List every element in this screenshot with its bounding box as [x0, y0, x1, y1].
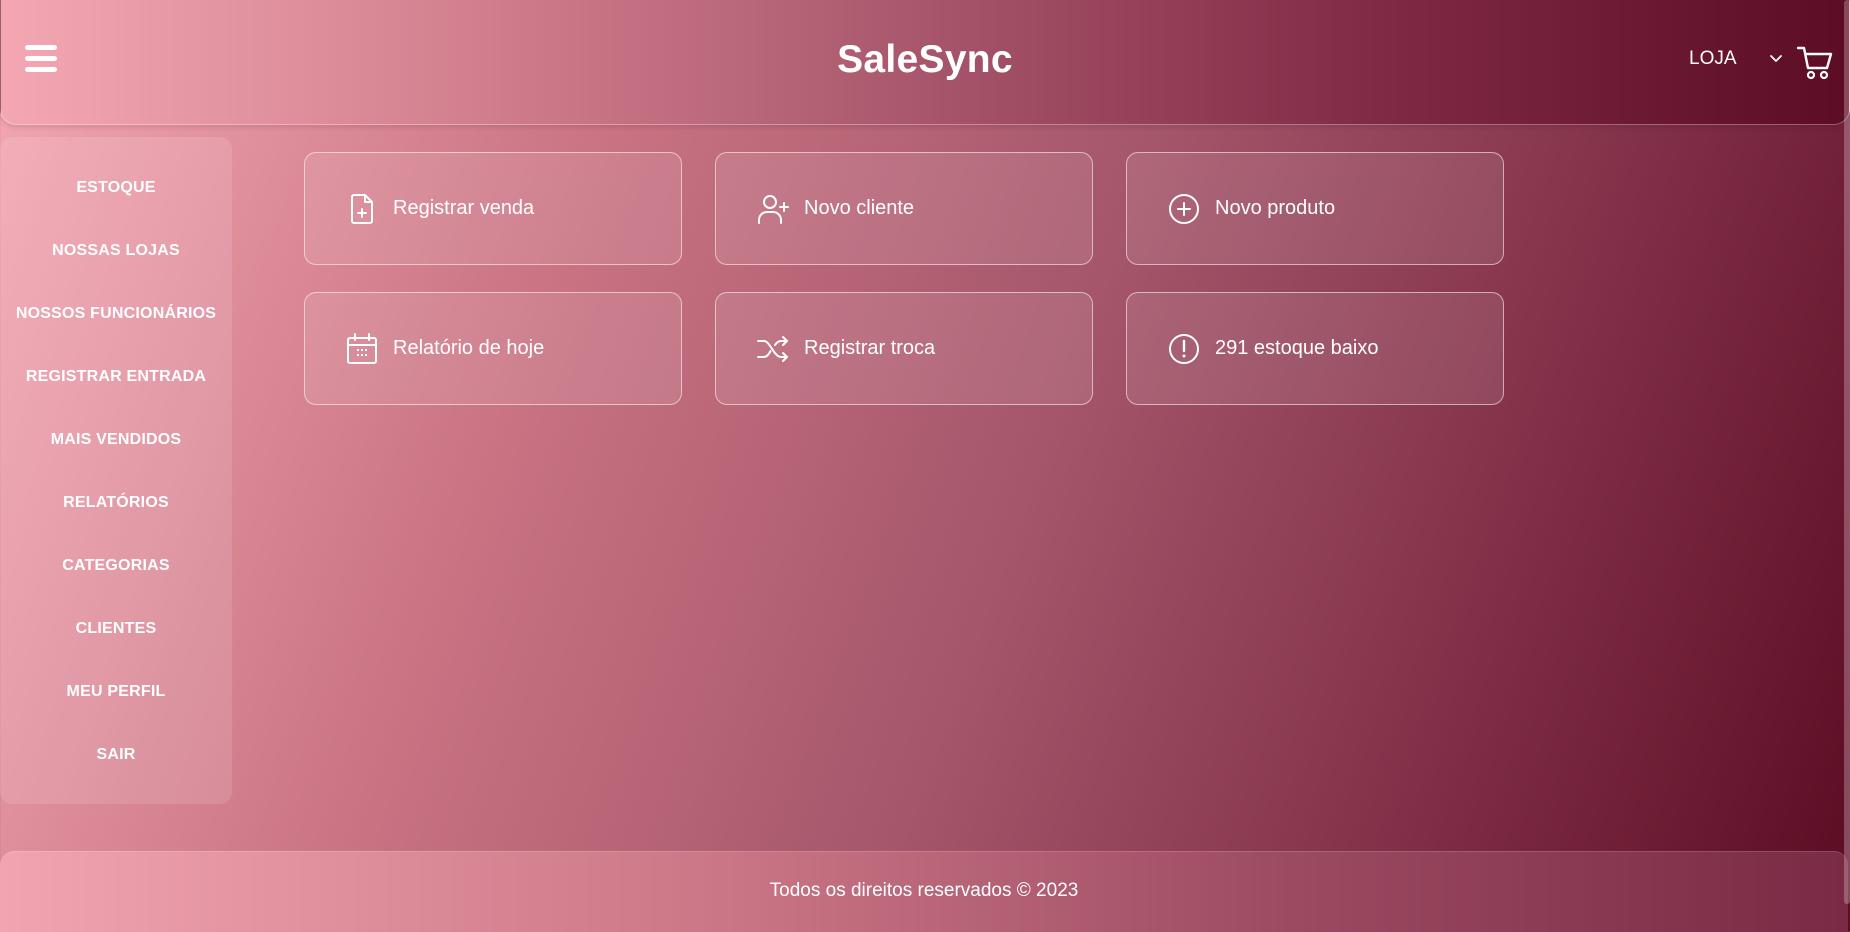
relatorio-de-hoje-card[interactable]: Relatório de hoje — [304, 292, 682, 405]
copyright-text: Todos os direitos reservados © 2023 — [769, 880, 1079, 901]
sidebar-item-relatorios[interactable]: RELATÓRIOS — [0, 494, 232, 512]
user-plus-icon — [758, 194, 789, 224]
novo-cliente-card[interactable]: Novo cliente — [715, 152, 1093, 265]
sidebar: ESTOQUE NOSSAS LOJAS NOSSOS FUNCIONÁRIOS… — [0, 137, 232, 804]
sidebar-item-nossos-funcionarios[interactable]: NOSSOS FUNCIONÁRIOS — [0, 305, 232, 323]
novo-produto-card[interactable]: Novo produto — [1126, 152, 1504, 265]
estoque-baixo-label: 291 estoque baixo — [1215, 337, 1379, 359]
registrar-venda-card[interactable]: Registrar venda — [304, 152, 682, 265]
sidebar-item-nossas-lojas[interactable]: NOSSAS LOJAS — [0, 242, 232, 260]
registrar-troca-card[interactable]: Registrar troca — [715, 292, 1093, 405]
alert-circle-icon — [1169, 333, 1199, 364]
registrar-venda-label: Registrar venda — [393, 197, 535, 219]
cart-icon[interactable] — [1797, 44, 1833, 80]
chevron-down-icon — [1769, 55, 1782, 62]
novo-cliente-label: Novo cliente — [804, 197, 915, 219]
page-scrollbar[interactable] — [1844, 0, 1850, 904]
file-plus-icon — [351, 193, 373, 224]
shuffle-icon — [757, 335, 788, 362]
estoque-baixo-card[interactable]: 291 estoque baixo — [1126, 292, 1504, 405]
top-header: SaleSync LOJA — [0, 0, 1850, 125]
novo-produto-label: Novo produto — [1215, 197, 1336, 219]
plus-circle-icon — [1169, 193, 1199, 224]
registrar-troca-label: Registrar troca — [804, 337, 936, 359]
app-title: SaleSync — [837, 38, 1013, 81]
calendar-icon — [347, 332, 377, 364]
sidebar-item-mais-vendidos[interactable]: MAIS VENDIDOS — [0, 431, 232, 449]
sidebar-item-clientes[interactable]: CLIENTES — [0, 620, 232, 638]
sidebar-item-estoque[interactable]: ESTOQUE — [0, 179, 232, 197]
store-select[interactable]: LOJA — [1689, 48, 1783, 70]
store-select-label: LOJA — [1689, 48, 1737, 69]
sidebar-item-meu-perfil[interactable]: MEU PERFIL — [0, 683, 232, 701]
sidebar-item-sair[interactable]: SAIR — [0, 746, 232, 764]
footer: Todos os direitos reservados © 2023 — [0, 851, 1848, 932]
relatorio-de-hoje-label: Relatório de hoje — [393, 337, 545, 359]
sidebar-item-categorias[interactable]: CATEGORIAS — [0, 557, 232, 575]
sidebar-item-registrar-entrada[interactable]: REGISTRAR ENTRADA — [0, 368, 232, 386]
